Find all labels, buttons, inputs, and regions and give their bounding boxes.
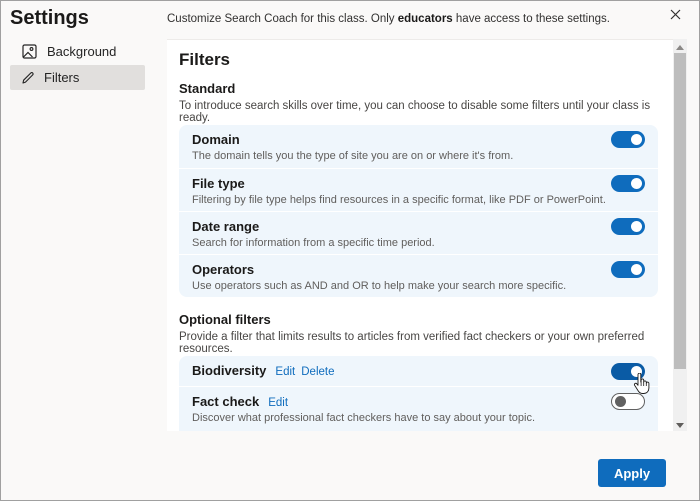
sidebar-item-filters[interactable]: Filters: [10, 65, 145, 90]
filter-title: Operators: [192, 262, 255, 277]
settings-title: Settings: [10, 7, 89, 29]
filter-description: Search for information from a specific t…: [192, 237, 435, 249]
image-icon: [21, 44, 37, 60]
pencil-icon: [20, 70, 36, 86]
filter-title: Domain: [192, 132, 240, 147]
apply-button[interactable]: Apply: [598, 459, 666, 487]
operators-toggle[interactable]: [611, 261, 645, 278]
edit-link[interactable]: Edit: [275, 366, 295, 378]
fact-check-toggle[interactable]: [611, 393, 645, 410]
vertical-scrollbar[interactable]: [673, 39, 687, 431]
filter-row-file-type: File type Filtering by file type helps f…: [179, 168, 658, 211]
date-range-toggle[interactable]: [611, 218, 645, 235]
close-button[interactable]: [667, 8, 683, 24]
file-type-toggle[interactable]: [611, 175, 645, 192]
filter-description: The domain tells you the type of site yo…: [192, 150, 514, 162]
scroll-up-button[interactable]: [673, 39, 687, 53]
arrow-down-icon: [676, 415, 684, 433]
standard-heading: Standard: [179, 81, 236, 96]
filter-description: Filtering by file type helps find resour…: [192, 194, 606, 206]
settings-dialog: Settings Background Filters Customize Se…: [0, 0, 700, 501]
sidebar-item-label: Filters: [44, 70, 80, 85]
edit-link[interactable]: Edit: [268, 397, 288, 409]
filter-row-domain: Domain The domain tells you the type of …: [179, 125, 658, 168]
filter-title-group: Biodiversity Edit Delete: [192, 363, 335, 378]
delete-link[interactable]: Delete: [301, 366, 334, 378]
filter-row-fact-check: Fact check Edit Discover what profession…: [179, 386, 658, 429]
filter-title: Biodiversity: [192, 363, 267, 378]
optional-description: Provide a filter that limits results to …: [179, 331, 645, 355]
filter-title: Fact check: [192, 394, 260, 409]
filter-description: Discover what professional fact checkers…: [192, 412, 536, 424]
header-text-part: have access to these settings.: [452, 13, 610, 25]
filter-title-group: Fact check Edit: [192, 394, 288, 409]
header-text-bold: educators: [397, 13, 453, 25]
domain-toggle[interactable]: [611, 131, 645, 148]
optional-filters-card: Biodiversity Edit Delete Fact check Edit…: [179, 356, 658, 431]
close-icon: [670, 7, 681, 25]
scrollbar-thumb[interactable]: [674, 53, 686, 369]
filter-description: Use operators such as AND and OR to help…: [192, 280, 567, 292]
filter-row-date-range: Date range Search for information from a…: [179, 211, 658, 254]
sidebar-item-label: Background: [47, 44, 117, 59]
filter-row-biodiversity: Biodiversity Edit Delete: [179, 356, 658, 386]
filter-title: File type: [192, 176, 245, 191]
scroll-down-button[interactable]: [673, 417, 687, 431]
sidebar-item-background[interactable]: Background: [10, 39, 145, 64]
standard-description: To introduce search skills over time, yo…: [179, 100, 651, 124]
biodiversity-toggle[interactable]: [611, 363, 645, 380]
optional-heading: Optional filters: [179, 312, 271, 327]
filter-title: Date range: [192, 219, 260, 234]
header-description: Customize Search Coach for this class. O…: [167, 13, 610, 25]
filter-row-operators: Operators Use operators such as AND and …: [179, 254, 658, 297]
page-title: Filters: [179, 50, 231, 69]
sidebar: Settings Background Filters: [1, 1, 161, 500]
header-text-part: Customize Search Coach for this class. O…: [167, 13, 398, 25]
filters-panel: Filters Standard To introduce search ski…: [167, 39, 673, 431]
standard-filters-card: Domain The domain tells you the type of …: [179, 125, 658, 297]
